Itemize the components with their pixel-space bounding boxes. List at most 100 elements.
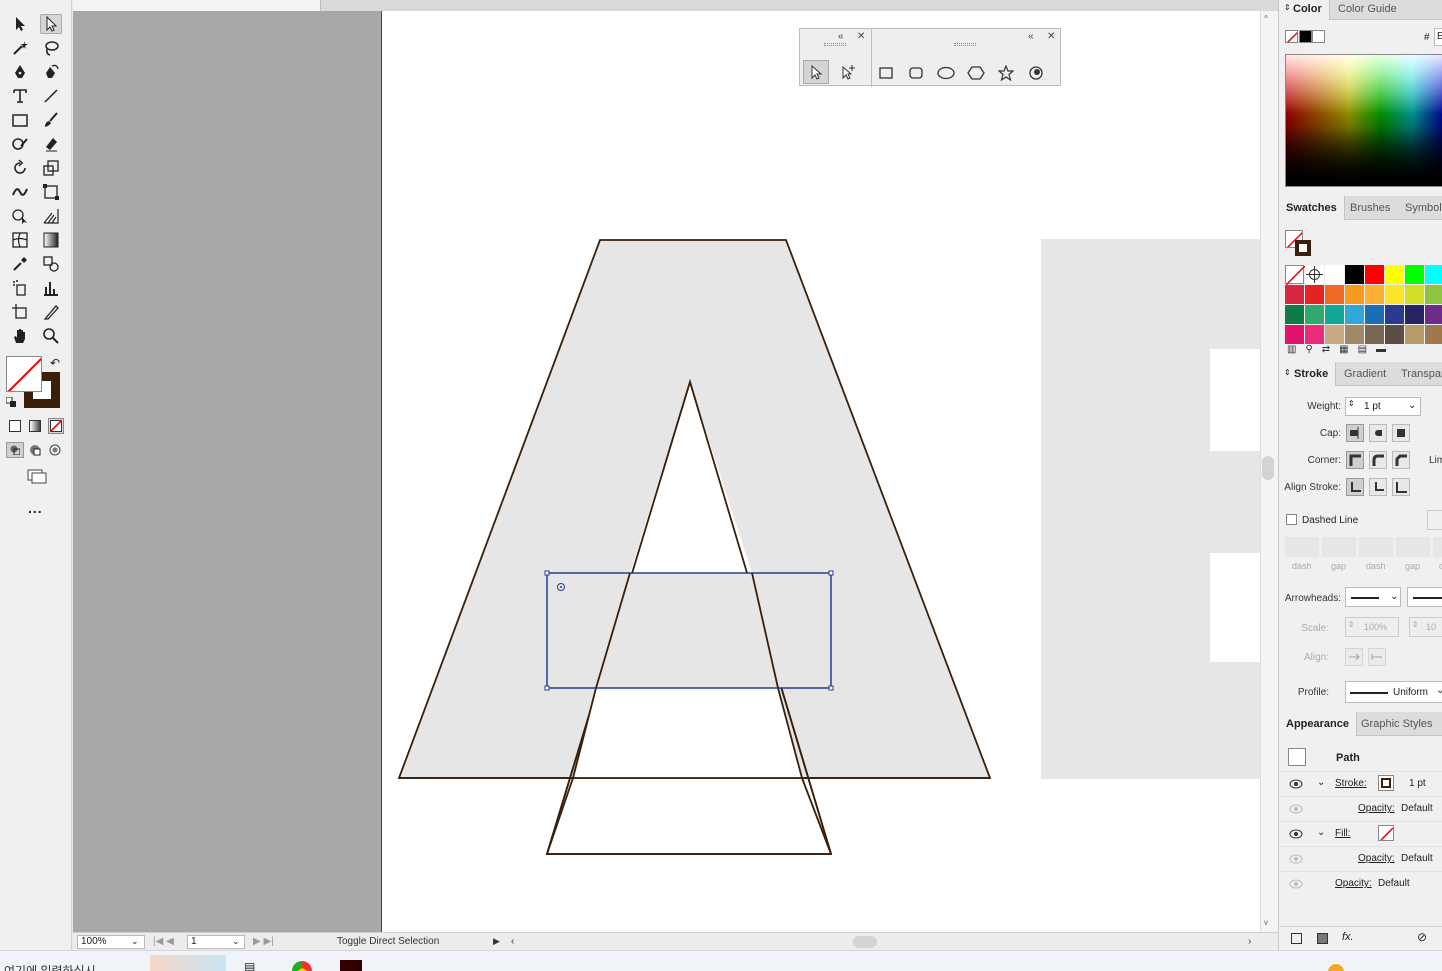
illustrator-icon[interactable] <box>340 960 362 971</box>
first-artboard-icon[interactable]: |◀ ◀ <box>153 936 174 947</box>
visibility-eye-icon[interactable] <box>1289 804 1303 814</box>
polygon-tool-icon[interactable] <box>963 61 989 85</box>
color-swatch[interactable] <box>1345 305 1364 324</box>
symbol-sprayer-tool-icon[interactable] <box>9 278 31 298</box>
artwork-canvas[interactable] <box>381 11 1260 932</box>
scale-tool-icon[interactable] <box>40 158 62 178</box>
color-swatch[interactable] <box>1425 265 1442 284</box>
gap-field-2[interactable] <box>1396 537 1430 557</box>
slice-tool-icon[interactable] <box>40 302 62 322</box>
scale-end-field[interactable]: ⇕ 10 <box>1409 617 1442 637</box>
collapse-icon[interactable]: « <box>1028 31 1034 42</box>
expand-chevron-icon[interactable]: ⌄ <box>1317 827 1325 838</box>
fill-none-swatch[interactable] <box>1285 30 1298 43</box>
blend-tool-icon[interactable] <box>40 254 62 274</box>
color-swatch[interactable] <box>1285 325 1304 344</box>
close-icon[interactable]: ✕ <box>857 31 865 42</box>
hex-input[interactable]: E <box>1434 28 1442 46</box>
weather-icon[interactable] <box>1328 964 1344 971</box>
registration-swatch[interactable] <box>1305 265 1324 284</box>
next-artboard-icon[interactable]: ▶ ▶| <box>253 936 274 947</box>
perspective-grid-tool-icon[interactable] <box>40 206 62 226</box>
color-swatch[interactable] <box>1325 305 1344 324</box>
grip-icon[interactable] <box>954 43 976 46</box>
color-swatch[interactable] <box>1405 285 1424 304</box>
swap-fill-stroke-icon[interactable]: ↶ <box>50 356 60 370</box>
rotate-tool-icon[interactable] <box>9 158 31 178</box>
horizontal-scroll-thumb[interactable] <box>853 936 877 948</box>
chevron-down-icon[interactable]: ⌄ <box>1436 685 1442 696</box>
add-new-fill-icon[interactable] <box>1317 933 1328 944</box>
artboard-tool-icon[interactable] <box>9 302 31 322</box>
black-swatch[interactable] <box>1299 30 1312 43</box>
rectangle-tool-icon[interactable] <box>873 61 899 85</box>
color-swatch[interactable] <box>1285 305 1304 324</box>
color-swatch[interactable] <box>1365 265 1384 284</box>
color-swatch[interactable] <box>1365 305 1384 324</box>
arrow-align-extend-icon[interactable] <box>1345 648 1363 666</box>
screen-mode-icon[interactable] <box>26 468 48 484</box>
anchor-point[interactable] <box>828 685 834 691</box>
anchor-point[interactable] <box>544 685 550 691</box>
fill-none-box[interactable] <box>6 356 42 392</box>
gradient-mode-icon[interactable] <box>29 420 41 432</box>
dash-field-3[interactable] <box>1433 537 1442 557</box>
chevron-down-icon[interactable]: ⌄ <box>232 936 240 947</box>
status-tool-hint[interactable]: Toggle Direct Selection <box>337 936 439 947</box>
tab-graphic-styles[interactable]: Graphic Styles <box>1354 712 1440 736</box>
color-swatch[interactable] <box>1365 325 1384 344</box>
taskbar-search-text[interactable]: 여기에 입력하십시 <box>4 962 96 971</box>
expand-chevron-icon[interactable]: ⌄ <box>1317 777 1325 788</box>
scroll-down-icon[interactable]: v <box>1264 918 1268 927</box>
color-swatch[interactable] <box>1425 285 1442 304</box>
chevron-down-icon[interactable]: ⌄ <box>1408 400 1416 411</box>
fill-attribute-label[interactable]: Fill: <box>1335 828 1351 839</box>
stroke-attribute-label[interactable]: Stroke: <box>1335 778 1367 789</box>
anchor-point[interactable] <box>544 570 550 576</box>
scale-start-field[interactable]: ⇕ 100% <box>1345 617 1399 637</box>
anchor-point[interactable] <box>828 570 834 576</box>
dash-align-icon[interactable] <box>1427 510 1442 530</box>
appearance-stroke-opacity-row[interactable]: Opacity: Default <box>1279 796 1442 821</box>
dash-field-1[interactable] <box>1285 537 1319 557</box>
gap-field-1[interactable] <box>1322 537 1356 557</box>
opacity-label[interactable]: Opacity: <box>1358 853 1395 864</box>
direct-selection-tool-icon[interactable] <box>40 14 62 34</box>
floating-tools-panel[interactable]: « ✕ « ✕ <box>799 28 1061 87</box>
round-join-icon[interactable] <box>1369 451 1387 469</box>
selection-tool-icon[interactable] <box>9 14 31 34</box>
clear-appearance-icon[interactable]: ⊘ <box>1417 930 1427 944</box>
color-swatch[interactable] <box>1385 305 1404 324</box>
add-new-stroke-icon[interactable] <box>1291 933 1302 944</box>
color-swatch[interactable] <box>1385 325 1404 344</box>
tab-gradient[interactable]: Gradient <box>1337 362 1393 386</box>
stepper-icon[interactable]: ⇕ <box>1348 399 1355 408</box>
color-swatch[interactable] <box>1285 285 1304 304</box>
tab-color-guide[interactable]: Color Guide <box>1331 0 1404 20</box>
letter-e-partial[interactable] <box>1041 239 1260 779</box>
color-swatch[interactable] <box>1325 285 1344 304</box>
panel-collapse-icon[interactable]: ⇕ <box>1284 3 1291 12</box>
ellipse-tool-icon[interactable] <box>933 61 959 85</box>
color-swatch[interactable] <box>1385 285 1404 304</box>
color-swatch[interactable] <box>1425 305 1442 324</box>
visibility-eye-icon[interactable] <box>1289 879 1303 889</box>
color-swatch[interactable] <box>1405 305 1424 324</box>
align-center-icon[interactable] <box>1346 478 1364 496</box>
color-swatch[interactable] <box>1385 265 1404 284</box>
start-arrowhead-select[interactable]: ⌄ <box>1345 587 1401 607</box>
none-mode-icon[interactable] <box>48 418 64 434</box>
visibility-eye-icon[interactable] <box>1289 829 1303 839</box>
appearance-stroke-row[interactable]: ⌄ Stroke: 1 pt <box>1279 771 1442 796</box>
miter-join-icon[interactable] <box>1346 451 1364 469</box>
fill-color-chip[interactable] <box>1378 825 1394 841</box>
color-mode-icon[interactable] <box>9 420 21 432</box>
butt-cap-icon[interactable] <box>1346 424 1364 442</box>
flare-tool-icon[interactable] <box>1023 61 1049 85</box>
scroll-left-icon[interactable]: ‹ <box>511 936 514 947</box>
more-tools-icon[interactable]: ... <box>28 500 43 516</box>
appearance-object-opacity-row[interactable]: Opacity: Default <box>1279 871 1442 896</box>
end-arrowhead-select[interactable] <box>1407 587 1442 607</box>
weight-field[interactable]: ⇕ 1 pt ⌄ <box>1345 397 1421 416</box>
color-swatch[interactable] <box>1405 325 1424 344</box>
